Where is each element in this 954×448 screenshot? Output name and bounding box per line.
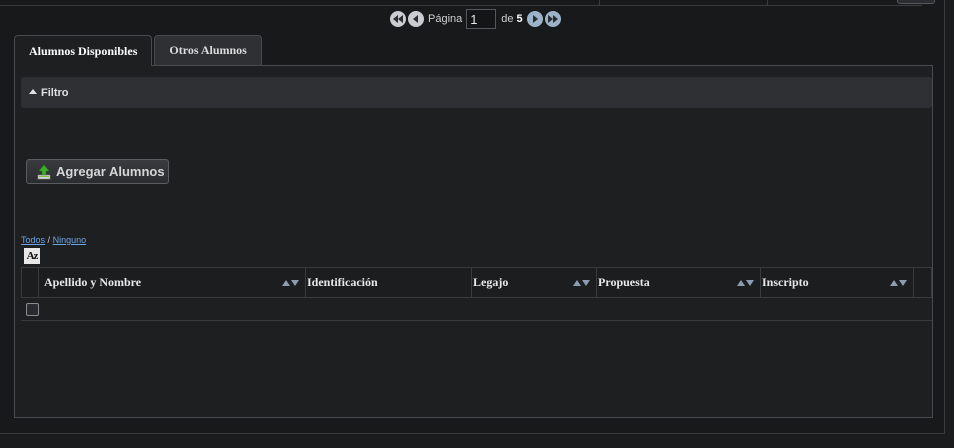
filter-toggle[interactable]: Filtro xyxy=(21,77,932,108)
column-label: Legajo xyxy=(473,275,509,289)
pager: Página de 5 xyxy=(390,8,563,30)
sort-arrows-icon[interactable] xyxy=(736,280,754,286)
selection-separator: / xyxy=(47,235,51,245)
row-checkbox[interactable] xyxy=(26,303,39,316)
selection-links: Todos / Ninguno xyxy=(21,235,86,245)
page-of-label: de xyxy=(501,13,514,25)
filter-label: Filtro xyxy=(41,86,69,99)
column-propuesta[interactable]: Propuesta xyxy=(597,268,761,297)
tab-alumnos-disponibles[interactable]: Alumnos Disponibles xyxy=(14,35,153,66)
column-apellido-nombre[interactable]: Apellido y Nombre xyxy=(39,268,306,297)
collapse-arrow-icon xyxy=(29,89,37,94)
select-all-link[interactable]: Todos xyxy=(21,235,45,245)
select-none-link[interactable]: Ninguno xyxy=(53,235,87,245)
previous-grid-bottom xyxy=(0,0,922,6)
column-identificacion[interactable]: Identificación xyxy=(306,268,472,297)
tab-otros-alumnos[interactable]: Otros Alumnos xyxy=(154,35,262,65)
sort-arrows-icon[interactable] xyxy=(572,280,590,286)
upload-icon xyxy=(37,164,51,180)
column-inscripto[interactable]: Inscripto xyxy=(761,268,914,297)
column-legajo[interactable]: Legajo xyxy=(472,268,597,297)
page-input[interactable] xyxy=(466,9,497,29)
header-scroll-col xyxy=(914,268,931,297)
add-students-label: Agregar Alumnos xyxy=(56,164,165,179)
sort-az-icon[interactable]: Az xyxy=(24,248,40,264)
prev-page-button[interactable] xyxy=(408,11,424,27)
column-label: Propuesta xyxy=(598,275,650,289)
page-label: Página xyxy=(428,13,463,25)
column-label: Identificación xyxy=(307,275,378,289)
add-students-button[interactable]: Agregar Alumnos xyxy=(26,159,169,184)
top-button[interactable] xyxy=(897,0,935,4)
column-label: Apellido y Nombre xyxy=(44,275,142,289)
last-page-button[interactable] xyxy=(544,11,561,27)
tab-panel: Filtro Agregar Alumnos Todos / Ninguno A… xyxy=(14,65,933,418)
column-label: Inscripto xyxy=(762,275,809,289)
sort-arrows-icon[interactable] xyxy=(889,280,907,286)
next-page-button[interactable] xyxy=(526,11,543,27)
grid-header: Apellido y Nombre Identificación Legajo … xyxy=(21,267,932,298)
header-checkbox-col xyxy=(22,268,39,297)
sort-arrows-icon[interactable] xyxy=(281,280,299,286)
table-row xyxy=(21,298,932,321)
tab-bar: Alumnos Disponibles Otros Alumnos xyxy=(14,35,264,66)
first-page-button[interactable] xyxy=(390,11,406,27)
page-total: 5 xyxy=(516,13,523,25)
main-frame: Página de 5 Alumnos Disponibles Otros Al… xyxy=(0,0,945,434)
